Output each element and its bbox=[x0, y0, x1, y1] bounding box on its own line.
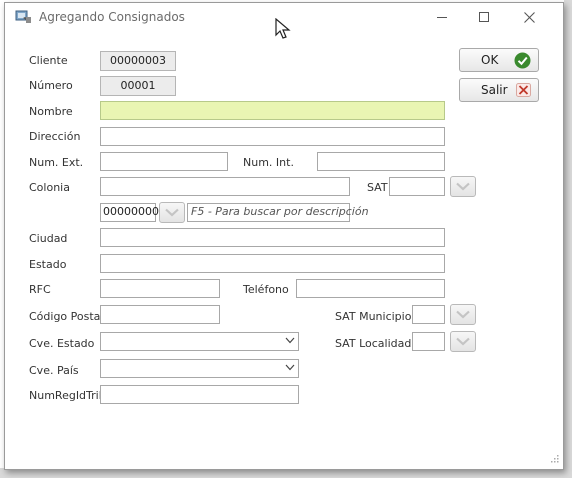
cve-estado-label: Cve. Estado bbox=[29, 337, 95, 350]
sat-localidad-input[interactable] bbox=[412, 332, 445, 351]
num-int-label: Num. Int. bbox=[243, 156, 294, 169]
nombre-label: Nombre bbox=[29, 105, 73, 118]
sat-localidad-lookup-button[interactable] bbox=[450, 331, 476, 352]
ok-button[interactable]: OK bbox=[459, 48, 539, 72]
sat-label: SAT bbox=[367, 181, 388, 194]
chevron-down-icon bbox=[456, 310, 470, 319]
ok-button-label: OK bbox=[481, 53, 499, 67]
ciudad-label: Ciudad bbox=[29, 232, 68, 245]
telefono-input[interactable] bbox=[296, 279, 445, 298]
sat-input[interactable] bbox=[389, 177, 445, 196]
sat-municipio-lookup-button[interactable] bbox=[450, 304, 476, 325]
numero-field: 00001 bbox=[100, 76, 176, 96]
maximize-button[interactable] bbox=[472, 7, 496, 27]
minimize-button[interactable] bbox=[430, 7, 454, 27]
estado-label: Estado bbox=[29, 258, 67, 271]
colonia-label: Colonia bbox=[29, 181, 70, 194]
check-circle-icon bbox=[514, 52, 531, 72]
rfc-input[interactable] bbox=[100, 279, 220, 298]
resize-grip-icon[interactable] bbox=[550, 453, 559, 466]
minimize-icon bbox=[437, 17, 447, 18]
rfc-label: RFC bbox=[29, 283, 51, 296]
codigo-postal-input[interactable] bbox=[100, 305, 220, 324]
colonia-lookup-button[interactable] bbox=[159, 202, 185, 223]
telefono-label: Teléfono bbox=[243, 283, 289, 296]
cve-estado-select[interactable] bbox=[100, 332, 299, 351]
num-reg-id-trib-label: NumRegIdTrib bbox=[29, 389, 106, 402]
numero-label: Número bbox=[29, 79, 73, 92]
dropdown-arrow-icon[interactable] bbox=[283, 361, 297, 374]
estado-input[interactable] bbox=[100, 254, 445, 273]
x-icon bbox=[516, 83, 531, 100]
app-icon bbox=[15, 9, 32, 24]
nombre-input[interactable] bbox=[100, 101, 445, 120]
num-reg-id-trib-input[interactable] bbox=[100, 385, 299, 404]
background-edge-right bbox=[564, 0, 572, 478]
colonia-code-input[interactable]: 00000000 bbox=[100, 203, 159, 222]
close-icon bbox=[523, 11, 535, 23]
sat-municipio-label: SAT Municipio bbox=[335, 310, 412, 323]
colonia-input[interactable] bbox=[100, 177, 350, 196]
sat-municipio-input[interactable] bbox=[412, 305, 445, 324]
sat-localidad-label: SAT Localidad bbox=[335, 337, 412, 350]
form-area: Cliente 00000003 Número 00001 Nombre Dir… bbox=[7, 31, 553, 461]
salir-button[interactable]: Salir bbox=[459, 78, 539, 102]
num-ext-input[interactable] bbox=[100, 152, 228, 171]
ciudad-input[interactable] bbox=[100, 228, 445, 247]
direccion-label: Dirección bbox=[29, 130, 81, 143]
close-button[interactable] bbox=[517, 7, 541, 27]
mouse-cursor-icon bbox=[275, 17, 291, 43]
window-title: Agregando Consignados bbox=[39, 10, 185, 24]
direccion-input[interactable] bbox=[100, 127, 445, 146]
maximize-icon bbox=[479, 12, 489, 22]
chevron-down-icon bbox=[165, 208, 179, 217]
dropdown-arrow-icon[interactable] bbox=[283, 334, 297, 347]
num-int-input[interactable] bbox=[317, 152, 445, 171]
num-ext-label: Num. Ext. bbox=[29, 156, 84, 169]
cve-pais-label: Cve. País bbox=[29, 364, 79, 377]
search-hint: F5 - Para buscar por descripción bbox=[187, 203, 369, 222]
cve-pais-select[interactable] bbox=[100, 359, 299, 378]
cliente-label: Cliente bbox=[29, 54, 68, 67]
dialog-window: Agregando Consignados Cliente 00000003 N… bbox=[4, 2, 564, 470]
sat-lookup-button[interactable] bbox=[450, 176, 476, 197]
chevron-down-icon bbox=[456, 182, 470, 191]
salir-button-label: Salir bbox=[481, 83, 508, 97]
codigo-postal-label: Código Postal bbox=[29, 310, 104, 323]
cliente-field: 00000003 bbox=[100, 51, 176, 71]
chevron-down-icon bbox=[456, 337, 470, 346]
